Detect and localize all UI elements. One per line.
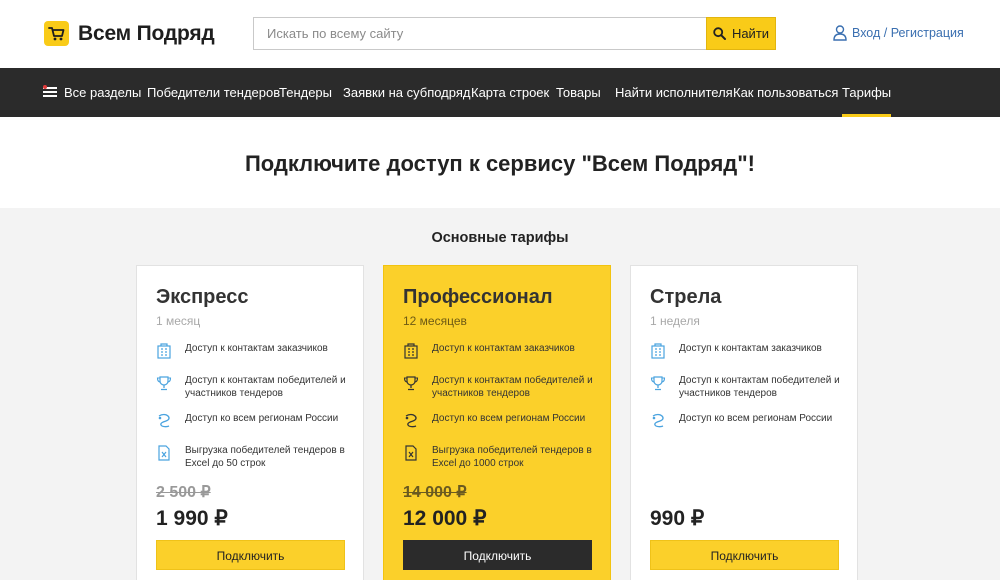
connect-button[interactable]: Подключить	[156, 540, 345, 570]
section-title: Основные тарифы	[431, 230, 569, 246]
feature-text: Доступ ко всем регионам России	[679, 413, 833, 424]
feature-item: Доступ ко всем регионам России	[156, 412, 351, 429]
feature-text: Доступ к контактам победителей и участни…	[679, 375, 840, 399]
nav-item-construction-map[interactable]: Карта строек	[471, 68, 549, 117]
price: 12 000 ₽	[403, 507, 487, 530]
excel-file-icon	[405, 445, 417, 461]
map-region-icon	[405, 413, 417, 428]
menu-icon[interactable]	[43, 85, 57, 98]
feature-text: Доступ ко всем регионам России	[185, 413, 339, 424]
plan-name: Профессионал	[403, 286, 553, 308]
plan-card-strela: Стрела 1 неделя Доступ к контактам заказ…	[630, 265, 858, 580]
plan-name: Экспресс	[156, 286, 249, 308]
feature-item: Выгрузка победителей тендеров в Excel до…	[403, 444, 598, 470]
price: 990 ₽	[650, 507, 705, 530]
nav-item-tariffs[interactable]: Тарифы	[842, 68, 892, 117]
trophy-icon	[650, 376, 666, 391]
trophy-icon	[403, 376, 419, 391]
feature-text: Доступ к контактам заказчиков	[679, 343, 822, 354]
feature-item: Доступ к контактам победителей и участни…	[156, 374, 351, 400]
nav-item-how-to-use[interactable]: Как пользоваться	[733, 68, 838, 117]
nav-item-tenders[interactable]: Тендеры	[279, 68, 332, 117]
search-input[interactable]	[253, 17, 706, 50]
feature-text: Выгрузка победителей тендеров в Excel до…	[432, 445, 592, 469]
feature-text: Доступ к контактам победителей и участни…	[185, 375, 346, 399]
feature-text: Доступ к контактам заказчиков	[185, 343, 328, 354]
search-bar: Найти	[253, 17, 776, 50]
logo[interactable]: Всем Подряд	[44, 21, 215, 46]
page-title: Подключите доступ к сервису "Всем Подряд…	[244, 151, 756, 176]
building-icon	[404, 343, 418, 359]
feature-item: Выгрузка победителей тендеров в Excel до…	[156, 444, 351, 470]
map-region-icon	[158, 413, 170, 428]
price: 1 990 ₽	[156, 507, 228, 530]
search-icon	[713, 27, 726, 40]
plan-card-professional: Профессионал 12 месяцев Доступ к контакт…	[383, 265, 611, 580]
feature-text: Выгрузка победителей тендеров в Excel до…	[185, 445, 345, 469]
plan-period: 1 месяц	[156, 314, 201, 328]
login-link-label: Вход / Регистрация	[852, 26, 964, 40]
feature-text: Доступ к контактам победителей и участни…	[432, 375, 593, 399]
nav-item-find-contractor[interactable]: Найти исполнителя	[615, 68, 733, 117]
nav-item-all-sections[interactable]: Все разделы	[64, 68, 141, 117]
feature-item: Доступ к контактам победителей и участни…	[403, 374, 598, 400]
title-band: Подключите доступ к сервису "Всем Подряд…	[0, 117, 1000, 208]
feature-item: Доступ к контактам заказчиков	[650, 342, 845, 359]
feature-text: Доступ ко всем регионам России	[432, 413, 586, 424]
feature-item: Доступ к контактам победителей и участни…	[650, 374, 845, 400]
tariffs-section: Основные тарифы Экспресс 1 месяц Доступ …	[0, 208, 1000, 580]
plan-name: Стрела	[650, 286, 722, 308]
plan-period: 1 неделя	[650, 314, 700, 328]
feature-text: Доступ к контактам заказчиков	[432, 343, 575, 354]
building-icon	[651, 343, 665, 359]
main-nav: Все разделы Победители тендеров Тендеры …	[0, 68, 1000, 117]
old-price: 2 500 ₽	[156, 484, 211, 501]
connect-button[interactable]: Подключить	[650, 540, 839, 570]
search-button-label: Найти	[731, 26, 770, 41]
nav-item-subcontract-requests[interactable]: Заявки на субподряд	[343, 68, 470, 117]
nav-item-tender-winners[interactable]: Победители тендеров	[147, 68, 280, 117]
logo-text: Всем Подряд	[78, 21, 215, 45]
site-header: Всем Подряд Найти Вход / Регистрация	[0, 0, 1000, 68]
trophy-icon	[156, 376, 172, 391]
feature-item: Доступ к контактам заказчиков	[403, 342, 598, 359]
feature-item: Доступ ко всем регионам России	[650, 412, 845, 429]
old-price: 14 000 ₽	[403, 484, 467, 501]
plan-period: 12 месяцев	[403, 314, 467, 328]
excel-file-icon	[158, 445, 170, 461]
building-icon	[157, 343, 171, 359]
plan-card-express: Экспресс 1 месяц Доступ к контактам зака…	[136, 265, 364, 580]
feature-item: Доступ к контактам заказчиков	[156, 342, 351, 359]
login-link[interactable]: Вход / Регистрация	[833, 25, 964, 41]
search-button[interactable]: Найти	[706, 17, 776, 50]
feature-item: Доступ ко всем регионам России	[403, 412, 598, 429]
cart-icon	[44, 21, 69, 46]
map-region-icon	[652, 413, 664, 428]
user-icon	[833, 25, 847, 41]
connect-button[interactable]: Подключить	[403, 540, 592, 570]
nav-item-goods[interactable]: Товары	[556, 68, 601, 117]
